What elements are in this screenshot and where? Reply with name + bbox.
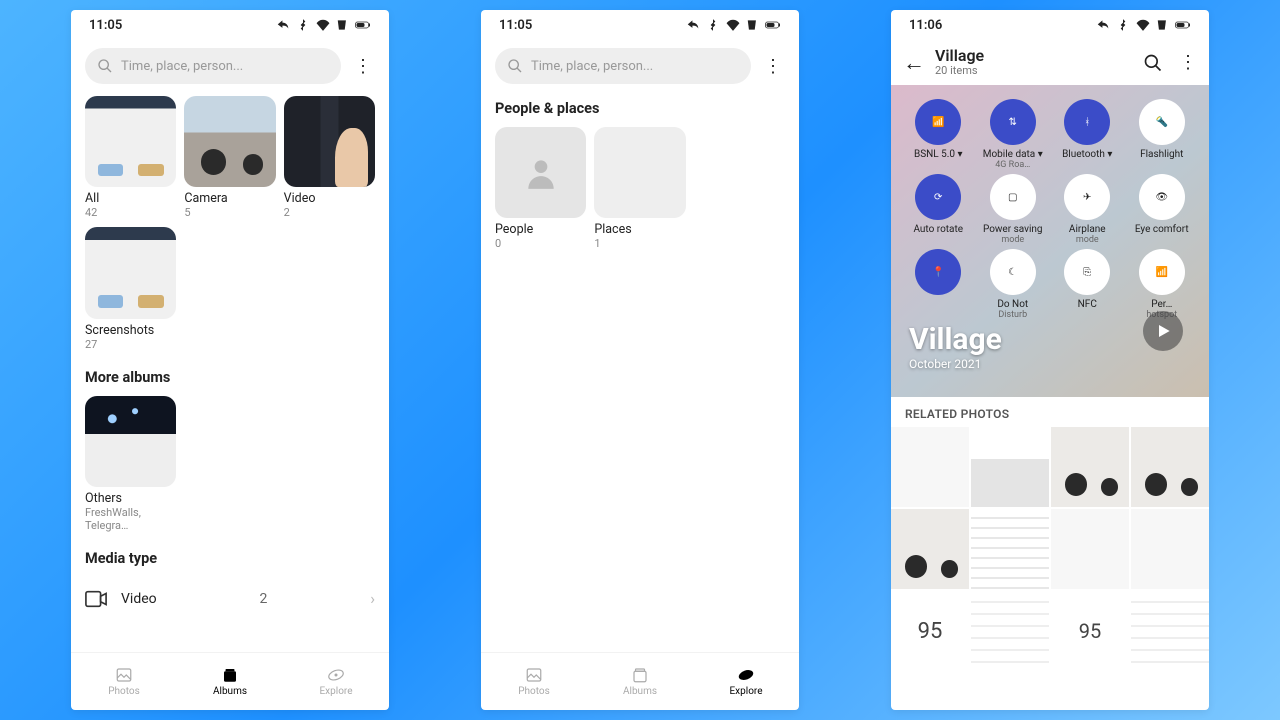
photo-thumb[interactable] — [1051, 509, 1129, 589]
qs-toggle-icon: 📶 — [915, 99, 961, 145]
quick-setting-do-not[interactable]: ☾ Do Not Disturb — [976, 249, 1051, 320]
quick-setting-auto-rotate[interactable]: ⟳ Auto rotate — [901, 174, 976, 245]
search-input[interactable]: Time, place, person... — [495, 48, 751, 84]
album-others[interactable]: Others FreshWalls, Telegra… — [85, 396, 176, 532]
related-photos-grid: 95 95 — [891, 427, 1209, 671]
qs-toggle-icon: 👁 — [1139, 174, 1185, 220]
quick-setting-bsnl-5.0[interactable]: 📶 BSNL 5.0 ▾ — [901, 99, 976, 170]
nav-explore[interactable]: Explore — [693, 653, 799, 710]
explore-people[interactable]: People 0 — [495, 127, 586, 250]
album-screenshots[interactable]: Screenshots 27 — [85, 227, 176, 350]
bottom-nav: Photos Albums Explore — [481, 652, 799, 710]
qs-toggle-icon: 📶 — [1139, 249, 1185, 295]
photo-thumb[interactable] — [1131, 591, 1209, 671]
quick-setting-bluetooth[interactable]: ᚼ Bluetooth ▾ — [1050, 99, 1125, 170]
qs-toggle-icon: ᚼ — [1064, 99, 1110, 145]
page-title: Village — [935, 48, 984, 64]
photo-thumb[interactable] — [971, 427, 1049, 507]
more-menu-button[interactable]: ⋮ — [351, 56, 375, 77]
play-icon — [1155, 323, 1171, 339]
quick-setting-mobile-data[interactable]: ⇅ Mobile data ▾ 4G Roa… — [976, 99, 1051, 170]
quick-setting-nfc[interactable]: ⎘ NFC — [1050, 249, 1125, 320]
hero-title: Village — [909, 322, 1002, 357]
screen-village: 11:06 ← Village 20 items ⋮ 📶 BSNL 5.0 ▾ … — [891, 10, 1209, 710]
qs-toggle-icon: ⎘ — [1064, 249, 1110, 295]
qs-toggle-icon: ⇅ — [990, 99, 1036, 145]
photo-thumb[interactable]: 95 — [1051, 591, 1129, 671]
qs-toggle-icon: ⟳ — [915, 174, 961, 220]
quick-setting-per…[interactable]: 📶 Per… hotspot — [1125, 249, 1200, 320]
quick-setting-eye-comfort[interactable]: 👁 Eye comfort — [1125, 174, 1200, 245]
quick-setting-airplane[interactable]: ✈ Airplane mode — [1050, 174, 1125, 245]
search-icon — [97, 58, 113, 74]
qs-toggle-icon: ▢ — [990, 174, 1036, 220]
photo-thumb[interactable] — [1051, 427, 1129, 507]
more-menu-button[interactable]: ⋮ — [761, 56, 785, 77]
more-menu-button[interactable]: ⋮ — [1179, 52, 1197, 73]
clock: 11:06 — [909, 18, 942, 33]
search-icon[interactable] — [1143, 53, 1163, 73]
status-icons — [685, 18, 781, 32]
back-button[interactable]: ← — [903, 50, 925, 76]
quick-setting-flashlight[interactable]: 🔦 Flashlight — [1125, 99, 1200, 170]
nav-photos[interactable]: Photos — [481, 653, 587, 710]
page-subtitle: 20 items — [935, 64, 984, 77]
photo-thumb[interactable] — [971, 509, 1049, 589]
battery-icon — [355, 18, 371, 32]
qs-toggle-icon: ✈ — [1064, 174, 1110, 220]
hero-quick-settings: 📶 BSNL 5.0 ▾ ⇅ Mobile data ▾ 4G Roa…ᚼ Bl… — [891, 85, 1209, 397]
video-icon — [85, 590, 107, 608]
photo-thumb[interactable] — [971, 591, 1049, 671]
media-type-header: Media type — [85, 550, 375, 567]
clock: 11:05 — [89, 18, 122, 33]
nav-photos[interactable]: Photos — [71, 653, 177, 710]
nav-albums[interactable]: Albums — [177, 653, 283, 710]
status-icons — [1095, 18, 1191, 32]
album-camera[interactable]: Camera 5 — [184, 96, 275, 219]
photo-thumb[interactable] — [1131, 427, 1209, 507]
search-input[interactable]: Time, place, person... — [85, 48, 341, 84]
qs-toggle-icon: 📍 — [915, 249, 961, 295]
search-icon — [507, 58, 523, 74]
play-button[interactable] — [1143, 311, 1183, 351]
album-video[interactable]: Video 2 — [284, 96, 375, 219]
screen-explore: 11:05 Time, place, person... ⋮ People & … — [481, 10, 799, 710]
qs-toggle-icon: 🔦 — [1139, 99, 1185, 145]
photo-thumb[interactable]: 95 — [891, 591, 969, 671]
clock: 11:05 — [499, 18, 532, 33]
chevron-right-icon: › — [370, 589, 375, 608]
qs-toggle-icon: ☾ — [990, 249, 1036, 295]
explore-places[interactable]: Places 1 — [594, 127, 685, 250]
media-type-video[interactable]: Video 2 › — [85, 577, 375, 620]
hero-date: October 2021 — [909, 357, 1002, 371]
related-photos-header: RELATED PHOTOS — [891, 397, 1209, 427]
person-icon — [522, 154, 560, 192]
album-all[interactable]: All 42 — [85, 96, 176, 219]
screen-albums: 11:05 Time, place, person... ⋮ All 42 Ca… — [71, 10, 389, 710]
photo-thumb[interactable] — [1131, 509, 1209, 589]
status-bar: 11:05 — [481, 10, 799, 40]
nav-explore[interactable]: Explore — [283, 653, 389, 710]
nav-albums[interactable]: Albums — [587, 653, 693, 710]
quick-setting-item[interactable]: 📍 — [901, 249, 976, 320]
status-bar: 11:05 — [71, 10, 389, 40]
quick-setting-power-saving[interactable]: ▢ Power saving mode — [976, 174, 1051, 245]
search-placeholder: Time, place, person... — [121, 59, 243, 74]
photo-thumb[interactable] — [891, 427, 969, 507]
bottom-nav: Photos Albums Explore — [71, 652, 389, 710]
photo-thumb[interactable] — [891, 509, 969, 589]
people-places-header: People & places — [495, 100, 785, 117]
status-bar: 11:06 — [891, 10, 1209, 40]
more-albums-header: More albums — [85, 369, 375, 386]
status-icons — [275, 18, 371, 32]
